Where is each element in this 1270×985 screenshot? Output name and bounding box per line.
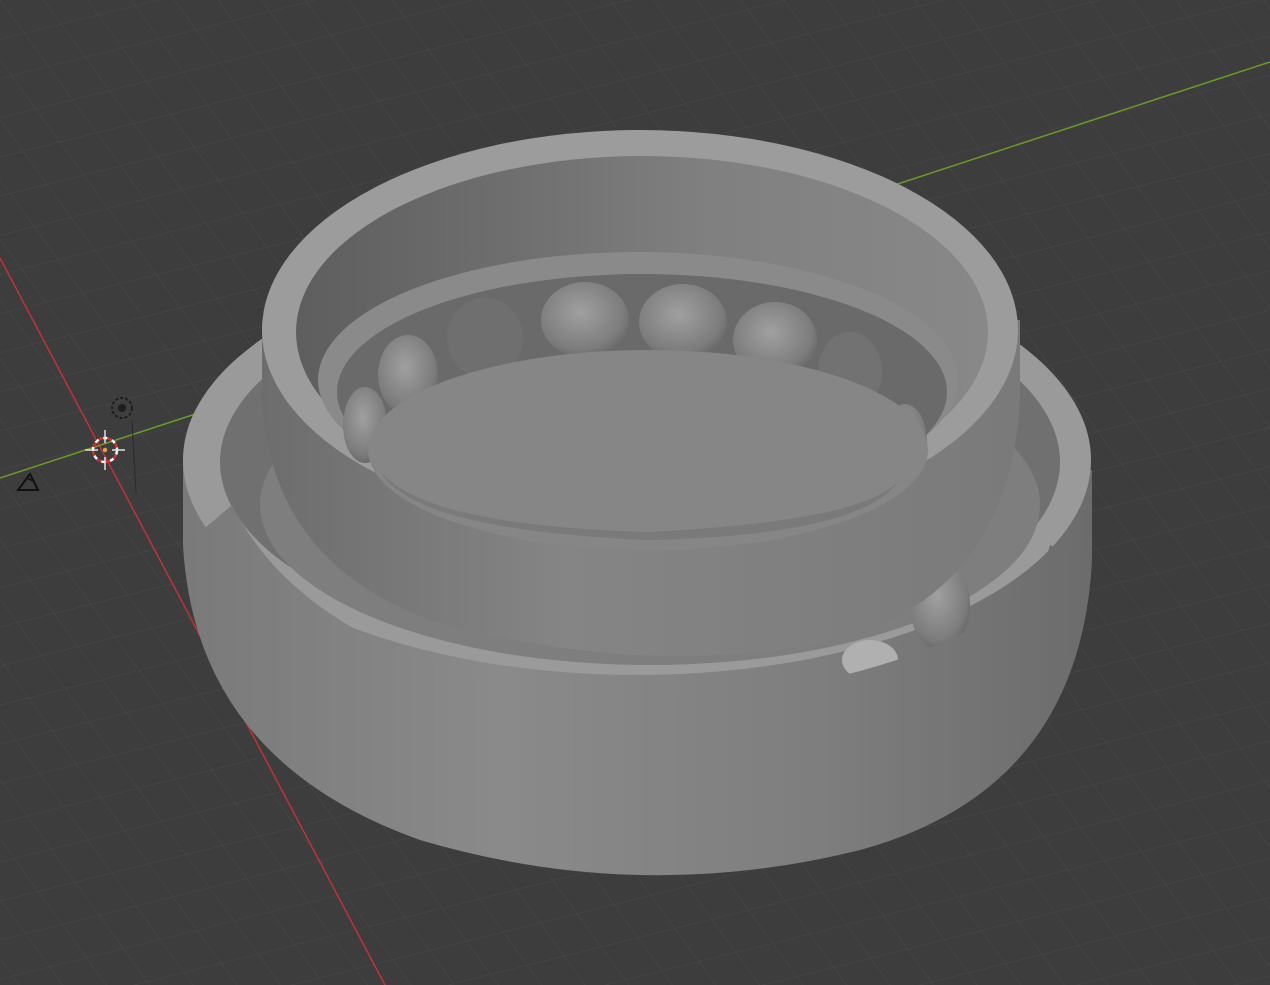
viewport-canvas[interactable] [0, 0, 1270, 985]
inner-disc[interactable] [368, 350, 928, 550]
ball [639, 284, 727, 360]
ball [541, 282, 629, 358]
inner-disc-top [368, 350, 928, 550]
3d-viewport[interactable] [0, 0, 1270, 985]
